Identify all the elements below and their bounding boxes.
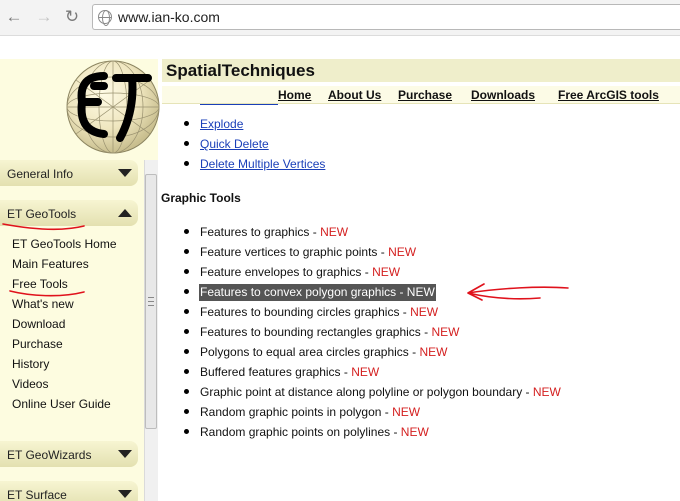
list-item: Polygons to equal area circles graphics … — [200, 345, 447, 359]
et-globe-logo[interactable] — [64, 58, 162, 156]
bullet-icon — [184, 161, 189, 166]
new-badge: NEW — [351, 365, 380, 379]
back-arrow-icon[interactable]: ← — [4, 7, 24, 27]
list-item: Graphic point at distance along polyline… — [200, 385, 561, 399]
tool-name: Graphic point at distance along polyline… — [200, 385, 533, 399]
address-bar[interactable]: www.ian-ko.com — [92, 4, 680, 30]
new-badge: NEW — [406, 285, 435, 299]
new-badge: NEW — [419, 345, 448, 359]
site-title: SpatialTechniques — [166, 61, 315, 80]
new-badge: NEW — [372, 265, 401, 279]
bullet-icon — [184, 309, 189, 314]
chevron-down-icon[interactable] — [118, 450, 132, 458]
link-explode[interactable]: Explode — [200, 117, 243, 131]
bullet-icon — [184, 389, 189, 394]
new-badge: NEW — [532, 385, 561, 399]
tab-label: ET Surface — [7, 488, 67, 501]
bullet-icon — [184, 289, 189, 294]
tool-name: Random graphic points on polylines - — [200, 425, 401, 439]
sidebar-item-download[interactable]: Download — [12, 317, 65, 331]
tab-label: ET GeoTools — [7, 207, 77, 221]
link-delete-multiple-vertices[interactable]: Delete Multiple Vertices — [200, 157, 325, 171]
tool-name: Features to graphics - — [200, 225, 321, 239]
sidebar-item-et-geotools-home[interactable]: ET GeoTools Home — [12, 237, 117, 251]
sidebar-item-free-tools[interactable]: Free Tools — [12, 277, 68, 291]
page-top-gap — [0, 36, 680, 59]
forward-arrow-icon[interactable]: → — [34, 7, 54, 27]
nav-purchase[interactable]: Purchase — [398, 88, 452, 102]
globe-icon — [98, 10, 112, 26]
list-item-selected[interactable]: Features to convex polygon graphics - NE… — [199, 284, 436, 301]
tab-label: General Info — [7, 167, 74, 181]
tool-name: Feature envelopes to graphics - — [200, 265, 373, 279]
tab-general-info[interactable]: General Info — [0, 160, 138, 186]
bullet-icon — [184, 329, 189, 334]
tab-et-geowizards[interactable]: ET GeoWizards — [0, 441, 138, 467]
sidebar-item-videos[interactable]: Videos — [12, 377, 48, 391]
list-item: Random graphic points on polylines - NEW — [200, 425, 429, 439]
nav-free-arcgis-tools[interactable]: Free ArcGIS tools — [558, 88, 659, 102]
clipped-link-fragment — [200, 103, 278, 110]
chevron-up-icon[interactable] — [118, 209, 132, 217]
browser-toolbar: ← → ↻ www.ian-ko.com — [0, 0, 680, 36]
tab-et-geotools[interactable]: ET GeoTools — [0, 200, 138, 226]
url-text[interactable]: www.ian-ko.com — [118, 9, 220, 25]
section-title-graphic-tools: Graphic Tools — [161, 191, 241, 205]
list-item: Features to bounding circles graphics - … — [200, 305, 438, 319]
sidebar-item-history[interactable]: History — [12, 357, 49, 371]
tool-name: Features to bounding rectangles graphics… — [200, 325, 432, 339]
link-quick-delete[interactable]: Quick Delete — [200, 137, 269, 151]
nav-home[interactable]: Home — [278, 88, 311, 102]
new-badge: NEW — [388, 245, 417, 259]
list-item: Feature vertices to graphic points - NEW — [200, 245, 416, 259]
reload-icon[interactable]: ↻ — [62, 7, 82, 27]
bullet-icon — [184, 369, 189, 374]
tool-name: Random graphic points in polygon - — [200, 405, 393, 419]
bullet-icon — [184, 249, 189, 254]
arrow-annotation-icon — [467, 283, 569, 301]
bullet-icon — [184, 349, 189, 354]
sidebar-item-main-features[interactable]: Main Features — [12, 257, 89, 271]
tool-name: Feature vertices to graphic points - — [200, 245, 389, 259]
tab-label: ET GeoWizards — [7, 448, 92, 462]
bullet-icon — [184, 121, 189, 126]
bullet-icon — [184, 429, 189, 434]
brand-bar: SpatialTechniques — [162, 59, 680, 82]
top-nav: Home About Us Purchase Downloads Free Ar… — [162, 86, 680, 104]
nav-downloads[interactable]: Downloads — [471, 88, 535, 102]
bullet-icon — [184, 229, 189, 234]
new-badge: NEW — [431, 325, 460, 339]
tool-name: Buffered features graphics - — [200, 365, 352, 379]
tool-name: Polygons to equal area circles graphics … — [200, 345, 420, 359]
list-item: Feature envelopes to graphics - NEW — [200, 265, 400, 279]
tool-name: Features to convex polygon graphics - — [200, 285, 407, 299]
new-badge: NEW — [400, 425, 429, 439]
list-item: Buffered features graphics - NEW — [200, 365, 379, 379]
bullet-icon — [184, 141, 189, 146]
chevron-down-icon[interactable] — [118, 490, 132, 498]
chevron-down-icon[interactable] — [118, 169, 132, 177]
sidebar-item-purchase[interactable]: Purchase — [12, 337, 63, 351]
new-badge: NEW — [320, 225, 349, 239]
new-badge: NEW — [410, 305, 439, 319]
bullet-icon — [184, 409, 189, 414]
sidebar-item-whats-new[interactable]: What's new — [12, 297, 74, 311]
new-badge: NEW — [392, 405, 421, 419]
nav-about-us[interactable]: About Us — [328, 88, 381, 102]
sidebar-item-online-user-guide[interactable]: Online User Guide — [12, 397, 111, 411]
bullet-icon — [184, 269, 189, 274]
list-item: Random graphic points in polygon - NEW — [200, 405, 420, 419]
tool-name: Features to bounding circles graphics - — [200, 305, 411, 319]
list-item: Features to bounding rectangles graphics… — [200, 325, 459, 339]
list-item: Features to graphics - NEW — [200, 225, 348, 239]
tab-et-surface[interactable]: ET Surface — [0, 481, 138, 501]
grip-icon — [148, 297, 154, 306]
